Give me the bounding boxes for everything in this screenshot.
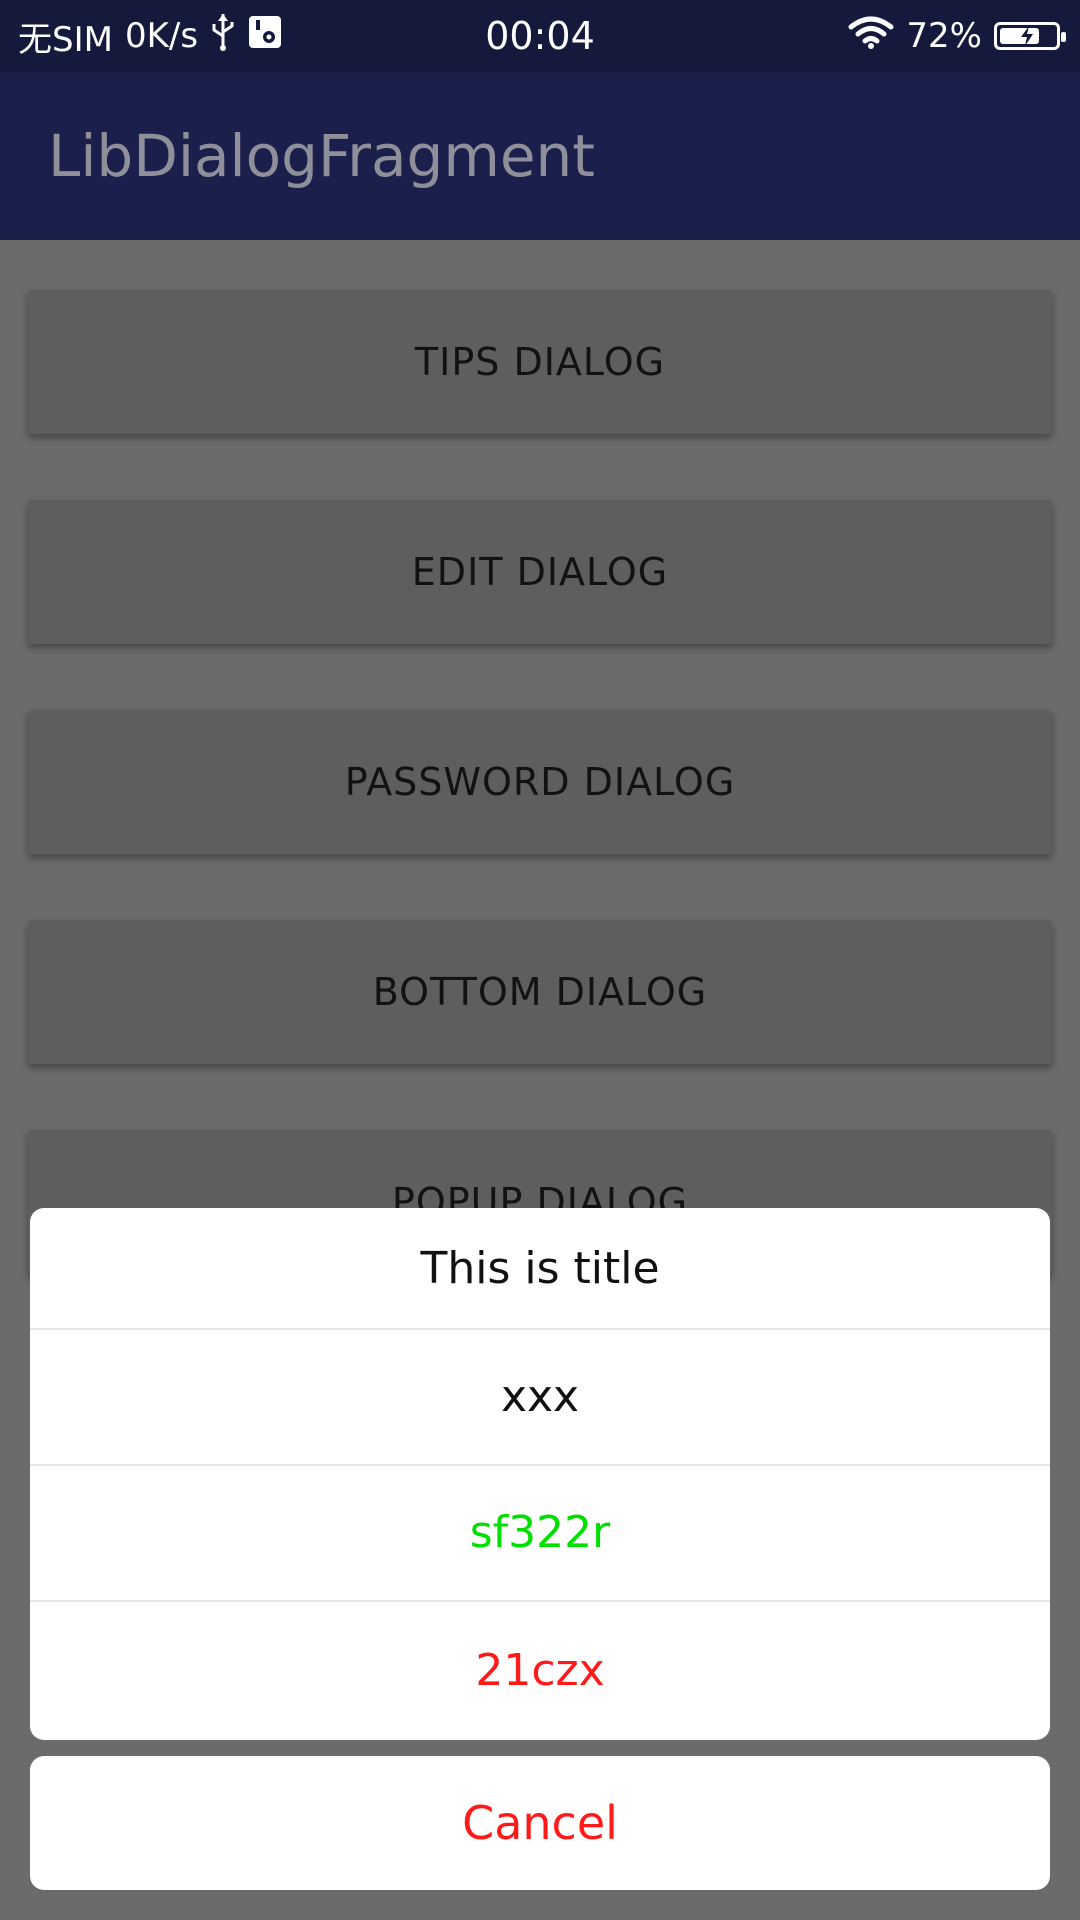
edit-dialog-button[interactable]: EDIT DIALOG <box>28 500 1052 644</box>
tips-dialog-button[interactable]: TIPS DIALOG <box>28 290 1052 434</box>
wifi-icon <box>848 15 894 58</box>
dialog-item-sf322r[interactable]: sf322r <box>30 1464 1050 1602</box>
app-title: LibDialogFragment <box>48 122 596 190</box>
battery-icon <box>994 22 1066 50</box>
cancel-button[interactable]: Cancel <box>30 1756 1050 1890</box>
dialog-item-xxx[interactable]: xxx <box>30 1328 1050 1466</box>
password-dialog-button[interactable]: PASSWORD DIALOG <box>28 710 1052 854</box>
battery-percent: 72% <box>906 16 982 56</box>
dialog-item-21czx[interactable]: 21czx <box>30 1600 1050 1740</box>
app-bar: LibDialogFragment <box>0 72 1080 240</box>
status-bar: 无SIM 0K/s 00:04 72% <box>0 0 1080 72</box>
bottom-dialog-button[interactable]: BOTTOM DIALOG <box>28 920 1052 1064</box>
dialog-title: This is title <box>30 1208 1050 1330</box>
status-right: 72% <box>848 0 1066 72</box>
bottom-sheet-dialog: This is title xxx sf322r 21czx <box>30 1208 1050 1740</box>
